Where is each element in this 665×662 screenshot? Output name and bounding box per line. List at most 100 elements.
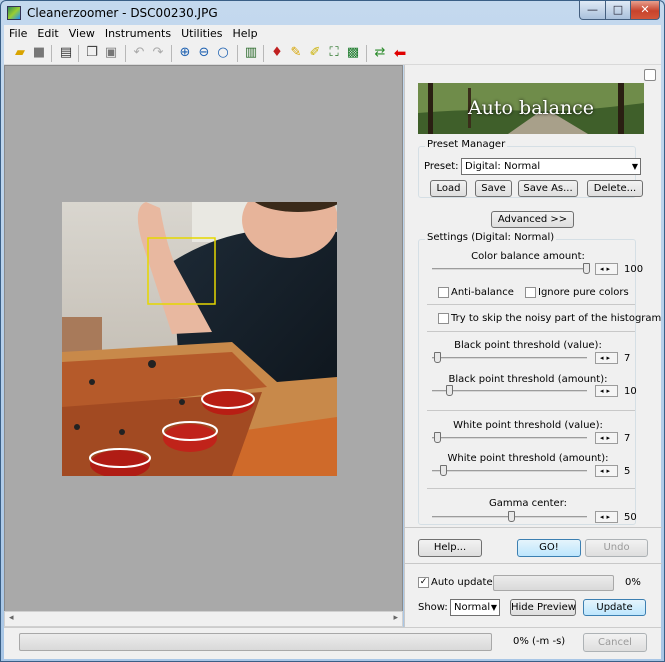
- color-balance-label: Color balance amount:: [471, 251, 585, 262]
- toolbar-separator: [237, 45, 238, 62]
- title-bar[interactable]: Cleanerzoomer - DSC00230.JPG — □ ✕: [1, 1, 664, 25]
- preset-manager-group: Preset Manager Preset: Digital: Normal ▼…: [418, 139, 643, 198]
- white-value-value: 7: [624, 433, 631, 444]
- brush-icon[interactable]: ✎: [288, 45, 304, 61]
- fit-icon[interactable]: ⛶: [326, 45, 342, 61]
- black-value-slider-thumb[interactable]: [434, 352, 441, 363]
- preset-label: Preset:: [424, 161, 459, 172]
- save-as-button[interactable]: Save As...: [518, 180, 578, 197]
- white-value-slider[interactable]: [432, 437, 587, 439]
- chevron-down-icon: ▼: [631, 162, 638, 171]
- preset-select[interactable]: Digital: Normal ▼: [461, 158, 641, 175]
- black-amount-slider-thumb[interactable]: [446, 385, 453, 396]
- save-button[interactable]: Save: [475, 180, 512, 197]
- toolbar-separator: [366, 45, 367, 62]
- banner-image: Auto balance: [418, 83, 644, 134]
- toolbar-separator: [51, 45, 52, 62]
- menu-bar: File Edit View Instruments Utilities Help: [4, 25, 661, 42]
- menu-help[interactable]: Help: [228, 25, 263, 41]
- menu-utilities[interactable]: Utilities: [176, 25, 227, 41]
- drop-icon[interactable]: ♦: [269, 45, 285, 61]
- divider: [427, 410, 635, 411]
- help-button[interactable]: Help...: [418, 539, 482, 557]
- photo-image: [62, 202, 337, 476]
- toolbar: ▰ ■ ▤ ❐ ▣ ↶ ↷ ⊕ ⊖ ○ ▥ ♦ ✎ ✐ ⛶ ▩ ⇄ ⬅: [4, 42, 661, 65]
- histogram-icon[interactable]: ▥: [243, 45, 259, 61]
- anti-balance-checkbox[interactable]: [438, 287, 449, 298]
- maximize-button[interactable]: □: [605, 1, 631, 20]
- minimize-button[interactable]: —: [579, 1, 606, 20]
- zoom-actual-icon[interactable]: ○: [215, 45, 231, 61]
- white-value-spinner[interactable]: ◂▸: [595, 432, 618, 444]
- divider: [427, 331, 635, 332]
- update-button[interactable]: Update: [583, 599, 646, 616]
- redo-icon[interactable]: ↷: [150, 45, 166, 61]
- panel-scroll-button[interactable]: [644, 69, 656, 81]
- menu-instruments[interactable]: Instruments: [100, 25, 176, 41]
- show-select[interactable]: Normal ▼: [450, 599, 500, 616]
- white-amount-slider[interactable]: [432, 470, 587, 472]
- white-amount-value: 5: [624, 466, 631, 477]
- close-button[interactable]: ✕: [630, 1, 660, 20]
- cancel-button[interactable]: Cancel: [583, 633, 647, 652]
- delete-button[interactable]: Delete...: [587, 180, 643, 197]
- paste-icon[interactable]: ▣: [103, 45, 119, 61]
- copy-icon[interactable]: ❐: [84, 45, 100, 61]
- hide-preview-button[interactable]: Hide Preview: [510, 599, 576, 616]
- divider: [405, 527, 662, 528]
- color-balance-spinner[interactable]: ◂▸: [595, 263, 618, 275]
- scroll-left-icon[interactable]: ◂: [9, 613, 14, 623]
- white-amount-label: White point threshold (amount):: [447, 453, 609, 464]
- zoom-in-icon[interactable]: ⊕: [177, 45, 193, 61]
- status-progress-bar: [19, 633, 492, 651]
- auto-update-checkbox[interactable]: ✓: [418, 577, 429, 588]
- advanced-button[interactable]: Advanced >>: [491, 211, 574, 228]
- skip-noisy-label: Try to skip the noisy part of the histog…: [451, 313, 662, 324]
- black-value-spinner[interactable]: ◂▸: [595, 352, 618, 364]
- image-icon[interactable]: ▩: [345, 45, 361, 61]
- save-icon[interactable]: ■: [31, 45, 47, 61]
- horizontal-scrollbar[interactable]: ◂ ▸: [4, 611, 403, 627]
- ignore-pure-colors-checkbox[interactable]: [525, 287, 536, 298]
- preview-progress-bar: [493, 575, 614, 591]
- color-balance-value: 100: [624, 264, 644, 275]
- white-value-slider-thumb[interactable]: [434, 432, 441, 443]
- preview-progress-percent: 0%: [625, 577, 641, 588]
- black-value-slider[interactable]: [432, 357, 587, 359]
- menu-file[interactable]: File: [4, 25, 32, 41]
- scroll-right-icon[interactable]: ▸: [393, 613, 398, 623]
- status-bar: 0% (-m -s) Cancel: [4, 627, 661, 659]
- arrows-icon[interactable]: ⇄: [372, 45, 388, 61]
- zoom-out-icon[interactable]: ⊖: [196, 45, 212, 61]
- divider: [405, 563, 662, 564]
- black-amount-label: Black point threshold (amount):: [448, 374, 608, 385]
- chevron-down-icon: ▼: [490, 603, 497, 612]
- menu-view[interactable]: View: [64, 25, 100, 41]
- show-label: Show:: [418, 602, 448, 613]
- magic-brush-icon[interactable]: ✐: [307, 45, 323, 61]
- color-balance-slider[interactable]: [432, 268, 587, 270]
- black-amount-slider[interactable]: [432, 390, 587, 392]
- gamma-center-spinner[interactable]: ◂▸: [595, 511, 618, 523]
- white-amount-spinner[interactable]: ◂▸: [595, 465, 618, 477]
- window-title: Cleanerzoomer - DSC00230.JPG: [27, 6, 218, 20]
- toolbar-separator: [125, 45, 126, 62]
- open-folder-icon[interactable]: ▰: [12, 45, 28, 61]
- undo-icon[interactable]: ↶: [131, 45, 147, 61]
- black-value-label: Black point threshold (value):: [454, 340, 602, 351]
- print-icon[interactable]: ▤: [58, 45, 74, 61]
- go-button[interactable]: GO!: [517, 539, 581, 557]
- menu-edit[interactable]: Edit: [32, 25, 63, 41]
- load-button[interactable]: Load: [430, 180, 467, 197]
- undo-button[interactable]: Undo: [585, 539, 648, 557]
- image-canvas[interactable]: [4, 65, 403, 612]
- color-balance-slider-thumb[interactable]: [583, 263, 590, 274]
- anti-balance-label: Anti-balance: [451, 287, 514, 298]
- black-amount-spinner[interactable]: ◂▸: [595, 385, 618, 397]
- settings-title: Settings (Digital: Normal): [425, 232, 557, 243]
- white-amount-slider-thumb[interactable]: [440, 465, 447, 476]
- photo-preview[interactable]: [62, 202, 337, 476]
- skip-noisy-checkbox[interactable]: [438, 313, 449, 324]
- stop-icon[interactable]: ⬅: [392, 45, 408, 61]
- gamma-center-slider-thumb[interactable]: [508, 511, 515, 522]
